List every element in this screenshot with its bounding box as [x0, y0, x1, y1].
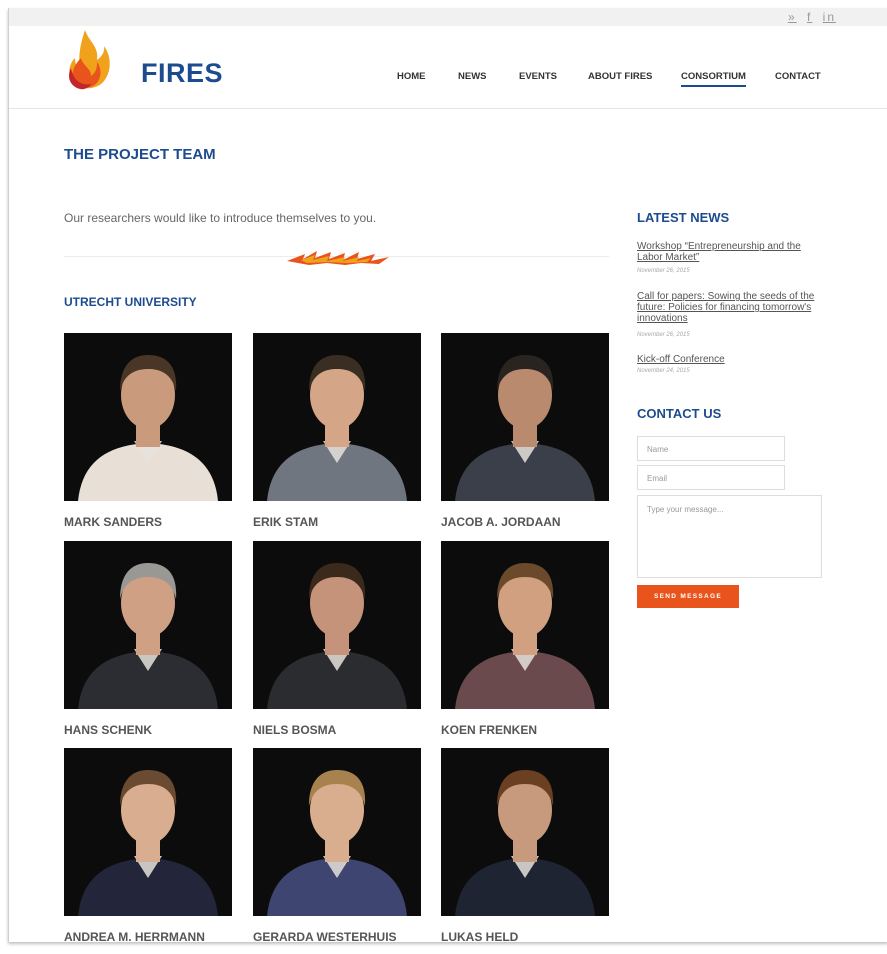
team-member-photo[interactable] [253, 333, 421, 501]
team-member-photo[interactable] [441, 333, 609, 501]
team-member-name[interactable]: KOEN FRENKEN [441, 723, 537, 737]
email-field[interactable]: Email [637, 465, 785, 490]
nav-home[interactable]: HOME [397, 71, 426, 82]
portrait-image [441, 748, 609, 916]
news-item-link[interactable]: Kick-off Conference [637, 354, 822, 365]
twitter-icon[interactable]: » [788, 10, 797, 24]
nav-about[interactable]: ABOUT FIRES [588, 71, 652, 82]
team-member-photo[interactable] [441, 541, 609, 709]
news-item-date: November 26, 2015 [637, 332, 690, 338]
latest-news-title: LATEST NEWS [637, 210, 730, 225]
linkedin-icon[interactable]: in [823, 10, 836, 24]
name-field[interactable]: Name [637, 436, 785, 461]
news-item-link[interactable]: Workshop “Entrepreneurship and the Labor… [637, 241, 822, 263]
section-title: UTRECHT UNIVERSITY [64, 295, 197, 309]
site-header: FIRES HOME NEWS EVENTS ABOUT FIRES CONSO… [9, 26, 887, 109]
team-member-name[interactable]: GERARDA WESTERHUIS [253, 930, 397, 942]
logo-text: FIRES [141, 58, 224, 88]
browser-page: » f in FIRES HOME NEWS EVENTS ABOUT FIRE… [8, 8, 887, 942]
team-member-photo[interactable] [253, 748, 421, 916]
top-bar: » f in [9, 8, 887, 26]
nav-consortium[interactable]: CONSORTIUM [681, 71, 746, 87]
news-item-date: November 24, 2015 [637, 368, 690, 374]
nav-contact[interactable]: CONTACT [775, 71, 821, 82]
contact-title: CONTACT US [637, 406, 722, 421]
portrait-image [64, 333, 232, 501]
team-member-name[interactable]: ANDREA M. HERRMANN [64, 930, 205, 942]
team-member-photo[interactable] [64, 748, 232, 916]
portrait-image [64, 748, 232, 916]
news-item-link[interactable]: Call for papers: Sowing the seeds of the… [637, 291, 822, 324]
team-member-photo[interactable] [253, 541, 421, 709]
send-message-button[interactable]: SEND MESSAGE [637, 585, 739, 608]
portrait-image [253, 333, 421, 501]
team-member-name[interactable]: LUKAS HELD [441, 930, 518, 942]
flame-divider-icon [287, 251, 389, 265]
intro-text: Our researchers would like to introduce … [64, 211, 377, 225]
nav-news[interactable]: NEWS [458, 71, 487, 82]
portrait-image [253, 541, 421, 709]
page-title: THE PROJECT TEAM [64, 146, 216, 163]
portrait-image [441, 333, 609, 501]
portrait-image [253, 748, 421, 916]
social-links: » f in [783, 10, 836, 24]
team-member-name[interactable]: ERIK STAM [253, 515, 318, 529]
team-member-photo[interactable] [64, 333, 232, 501]
portrait-image [441, 541, 609, 709]
team-member-name[interactable]: JACOB A. JORDAAN [441, 515, 561, 529]
fires-logo[interactable]: FIRES [63, 28, 223, 98]
team-member-name[interactable]: HANS SCHENK [64, 723, 152, 737]
team-member-photo[interactable] [441, 748, 609, 916]
team-member-name[interactable]: NIELS BOSMA [253, 723, 336, 737]
message-field[interactable]: Type your message... [637, 495, 822, 578]
nav-events[interactable]: EVENTS [519, 71, 557, 82]
facebook-icon[interactable]: f [807, 10, 812, 24]
team-member-photo[interactable] [64, 541, 232, 709]
team-member-name[interactable]: MARK SANDERS [64, 515, 162, 529]
news-item-date: November 26, 2015 [637, 268, 690, 274]
portrait-image [64, 541, 232, 709]
